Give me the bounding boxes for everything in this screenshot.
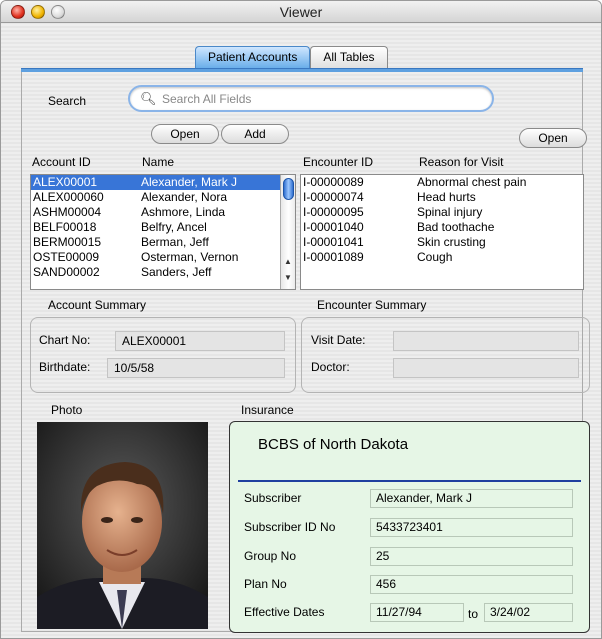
visit-date-label: Visit Date:: [311, 333, 366, 347]
window-title: Viewer: [279, 4, 323, 20]
list-item[interactable]: SAND00002 Sanders, Jeff: [31, 265, 295, 280]
plan-no-field[interactable]: 456: [370, 575, 573, 594]
title-bar[interactable]: Viewer: [1, 1, 601, 23]
search-icon: 🔍︎: [140, 91, 157, 106]
list-item[interactable]: I-00000089 Abnormal chest pain: [301, 175, 583, 190]
search-label: Search: [48, 94, 87, 108]
list-item[interactable]: ASHM00004 Ashmore, Linda: [31, 205, 295, 220]
group-no-label: Group No: [244, 549, 297, 563]
subscriber-label: Subscriber: [244, 491, 302, 505]
list-item[interactable]: ALEX000060 Alexander, Nora: [31, 190, 295, 205]
add-account-button[interactable]: Add: [221, 124, 289, 144]
effective-dates-label: Effective Dates: [244, 605, 325, 619]
name-header[interactable]: Name: [142, 155, 174, 169]
open-account-button[interactable]: Open: [151, 124, 219, 144]
scroll-up-icon[interactable]: ▲: [284, 257, 292, 266]
insurance-label: Insurance: [241, 403, 294, 417]
list-item[interactable]: I-00000095 Spinal injury: [301, 205, 583, 220]
date-range-separator: to: [468, 607, 479, 621]
doctor-label: Doctor:: [311, 360, 350, 374]
scroll-thumb[interactable]: [283, 178, 294, 200]
tab-all-tables[interactable]: All Tables: [310, 46, 388, 68]
viewer-window: Viewer Patient Accounts All Tables Searc…: [0, 0, 602, 639]
accounts-list[interactable]: ALEX00001 Alexander, Mark J ALEX000060 Ale…: [30, 174, 296, 290]
plan-no-label: Plan No: [244, 577, 287, 591]
list-item[interactable]: BELF00018 Belfry, Ancel: [31, 220, 295, 235]
birthdate-field[interactable]: 10/5/58: [107, 358, 285, 378]
list-item[interactable]: I-00001089 Cough: [301, 250, 583, 265]
insurance-divider: [238, 480, 581, 482]
encounter-summary-box: [301, 317, 590, 393]
group-no-field[interactable]: 25: [370, 547, 573, 566]
search-field[interactable]: 🔍︎: [128, 85, 494, 112]
list-item[interactable]: I-00001040 Bad toothache: [301, 220, 583, 235]
list-item[interactable]: OSTE00009 Osterman, Vernon: [31, 250, 295, 265]
scroll-down-icon[interactable]: ▼: [284, 273, 292, 282]
doctor-field[interactable]: [393, 358, 579, 378]
account-id-header[interactable]: Account ID: [32, 155, 91, 169]
account-summary-title: Account Summary: [48, 298, 147, 312]
tab-bar: Patient Accounts All Tables: [195, 46, 388, 68]
effective-to-field[interactable]: 3/24/02: [484, 603, 573, 622]
insurance-card: BCBS of North Dakota Subscriber Alexande…: [229, 421, 590, 633]
account-summary-box: [30, 317, 296, 393]
tab-patient-accounts[interactable]: Patient Accounts: [195, 46, 311, 68]
patient-photo: [37, 422, 208, 629]
chart-no-field[interactable]: ALEX00001: [115, 331, 285, 351]
reason-header[interactable]: Reason for Visit: [419, 155, 504, 169]
subscriber-id-label: Subscriber ID No: [244, 520, 336, 534]
photo-label: Photo: [51, 403, 83, 417]
insurance-carrier: BCBS of North Dakota: [258, 436, 409, 453]
list-item[interactable]: ALEX00001 Alexander, Mark J: [31, 175, 295, 190]
list-item[interactable]: I-00001041 Skin crusting: [301, 235, 583, 250]
chart-no-label: Chart No:: [39, 333, 91, 347]
list-item[interactable]: I-00000074 Head hurts: [301, 190, 583, 205]
encounter-id-header[interactable]: Encounter ID: [303, 155, 373, 169]
open-encounter-button[interactable]: Open: [519, 128, 587, 148]
visit-date-field[interactable]: [393, 331, 579, 351]
search-input[interactable]: [160, 90, 480, 108]
accounts-scrollbar[interactable]: ▲ ▼: [280, 175, 295, 289]
patient-portrait-image: [37, 422, 208, 629]
birthdate-label: Birthdate:: [39, 360, 91, 374]
encounter-summary-title: Encounter Summary: [317, 298, 427, 312]
effective-from-field[interactable]: 11/27/94: [370, 603, 464, 622]
encounters-list[interactable]: I-00000089 Abnormal chest pain I-00000074…: [300, 174, 584, 290]
list-item[interactable]: BERM00015 Berman, Jeff: [31, 235, 295, 250]
subscriber-field[interactable]: Alexander, Mark J: [370, 489, 573, 508]
subscriber-id-field[interactable]: 5433723401: [370, 518, 573, 537]
